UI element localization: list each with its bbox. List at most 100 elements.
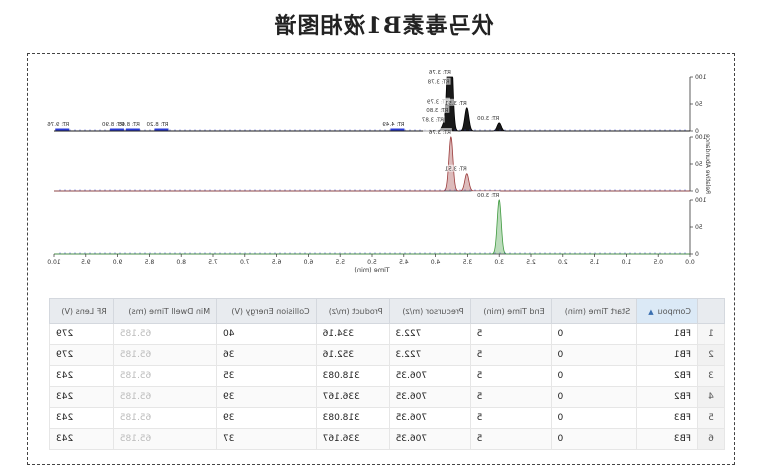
table-cell: 279 xyxy=(49,323,114,345)
table-cell: 722.3 xyxy=(389,323,471,345)
x-axis-label: Time (min) xyxy=(354,266,390,274)
table-row[interactable]: 4 FB2 0 5 706.35 336.167 39 65.185 243 xyxy=(49,386,725,408)
x-tick-label: 5.0 xyxy=(367,259,377,266)
mirrored-content: 100 50 0 RT: 3.76 RT: 3.78 RT: 3.79 RT: 3.80 RT… xyxy=(0,0,767,471)
row-index-cell: 4 xyxy=(697,386,725,408)
table-row[interactable]: 1 FB1 0 5 722.3 334.16 40 65.185 279 xyxy=(49,323,725,345)
table-cell: 39 xyxy=(216,407,317,429)
peak-label: RT: 3.76 xyxy=(428,130,451,136)
table-row[interactable]: 6 FB3 0 5 706.35 336.167 37 65.185 243 xyxy=(49,428,725,450)
x-tick-label: 8.0 xyxy=(176,259,186,266)
y-tick-label: 50 xyxy=(695,161,703,168)
x-tick-label: 4.0 xyxy=(431,259,441,266)
table-cell: FB3 xyxy=(636,407,698,429)
row-index-cell: 1 xyxy=(697,323,725,345)
y-tick-label: 50 xyxy=(695,101,703,108)
row-index-header xyxy=(697,298,725,324)
srm-table: Compou▲ Start Time (min) End Time (min) Pre… xyxy=(49,298,725,450)
table-cell: 318.083 xyxy=(316,407,390,429)
table-cell: FB1 xyxy=(636,323,698,345)
table-body: 1 FB1 0 5 722.3 334.16 40 65.185 279 2 FB1 0 5 722.3 3… xyxy=(49,323,725,450)
table-cell: 243 xyxy=(49,386,114,408)
table-cell: 243 xyxy=(49,428,114,450)
peak-label: RT: 3.87 xyxy=(421,118,444,124)
table-cell: 722.3 xyxy=(389,344,471,366)
table-cell: FB2 xyxy=(636,386,698,408)
x-tick-label: 0.0 xyxy=(685,259,695,266)
column-header[interactable]: Product (m/z) xyxy=(316,298,390,324)
table-row[interactable]: 2 FB1 0 5 722.3 352.16 36 65.185 279 xyxy=(49,344,725,366)
table-cell: 65.185 xyxy=(113,323,217,345)
rt-label: RT: 8.90 xyxy=(101,122,124,128)
series-area-2 xyxy=(54,137,690,191)
table-cell: 5 xyxy=(470,407,552,429)
table-row[interactable]: 5 FB3 0 5 706.35 318.083 39 65.185 243 xyxy=(49,407,725,429)
peak-label: RT: 3.78 xyxy=(427,80,450,86)
column-header[interactable]: End Time (min) xyxy=(470,298,552,324)
table-cell: 39 xyxy=(216,386,317,408)
x-tick-label: 1.0 xyxy=(621,259,631,266)
peak-label: RT: 3.00 xyxy=(477,116,500,122)
column-header[interactable]: Min Dwell Time (ms) xyxy=(113,298,217,324)
table-cell: 0 xyxy=(551,386,637,408)
sort-arrow-icon: ▲ xyxy=(648,307,654,316)
table-cell: 65.185 xyxy=(113,407,217,429)
y-axis-label: Relative Abundance xyxy=(704,134,711,194)
column-header-label: Collision Energy (V) xyxy=(231,306,310,316)
table-cell: 37 xyxy=(216,428,317,450)
table-cell: FB3 xyxy=(636,428,698,450)
table-cell: FB2 xyxy=(636,365,698,387)
peak-label: RT: 3.51 xyxy=(445,101,467,107)
row-index-cell: 5 xyxy=(697,407,725,429)
column-header-label: Compou xyxy=(657,306,691,316)
table-cell: 243 xyxy=(49,407,114,429)
table-cell: 352.16 xyxy=(316,344,390,366)
x-tick-label: 1.5 xyxy=(590,259,600,266)
table-cell: 0 xyxy=(551,344,637,366)
y-tick-label: 50 xyxy=(695,224,703,231)
peak-label: RT: 3.80 xyxy=(426,108,449,114)
y-tick-label: 100 xyxy=(695,197,707,204)
column-header[interactable]: Precursor (m/z) xyxy=(389,298,471,324)
column-header-label: End Time (min) xyxy=(483,306,545,316)
rt-label: RT: 8.20 xyxy=(146,122,169,128)
rt-label: RT: 9.76 xyxy=(47,122,70,128)
x-tick-label: 6.0 xyxy=(303,259,313,266)
table-cell: 336.167 xyxy=(316,386,390,408)
table-cell: 5 xyxy=(470,386,552,408)
table-cell: 0 xyxy=(551,407,637,429)
table-cell: 40 xyxy=(216,323,317,345)
x-tick-label: 8.5 xyxy=(144,259,154,266)
table-cell: 65.185 xyxy=(113,365,217,387)
row-index-cell: 3 xyxy=(697,365,725,387)
column-header[interactable]: Collision Energy (V) xyxy=(216,298,317,324)
x-tick-label: 0.5 xyxy=(653,259,663,266)
column-header-label: Start Time (min) xyxy=(564,306,631,316)
table-header-row: Compou▲ Start Time (min) End Time (min) Pre… xyxy=(49,298,725,324)
chromatogram-chart: 100500RT: 3.76RT: 3.78RT: 3.79RT: 3.80RT… xyxy=(47,68,711,274)
column-header-label: Precursor (m/z) xyxy=(402,306,464,316)
table-cell: 35 xyxy=(216,365,317,387)
column-header[interactable]: Start Time (min) xyxy=(551,298,637,324)
series-area-3 xyxy=(54,200,690,254)
row-index-cell: 6 xyxy=(697,428,725,450)
table-cell: 706.35 xyxy=(389,407,471,429)
table-cell: 706.35 xyxy=(389,428,471,450)
table-cell: 706.35 xyxy=(389,365,471,387)
peak-label: RT: 3.00 xyxy=(477,193,500,199)
x-tick-label: 10.0 xyxy=(47,259,61,266)
table-cell: 5 xyxy=(470,323,552,345)
column-header[interactable]: Compou▲ xyxy=(636,298,698,324)
x-tick-label: 9.0 xyxy=(113,259,123,266)
column-header[interactable]: RF Lens (V) xyxy=(49,298,114,324)
table-cell: 706.35 xyxy=(389,386,471,408)
table-cell: 36 xyxy=(216,344,317,366)
table-cell: 5 xyxy=(470,428,552,450)
x-tick-label: 4.5 xyxy=(399,259,409,266)
table-cell: 5 xyxy=(470,344,552,366)
table-cell: FB1 xyxy=(636,344,698,366)
table-row[interactable]: 3 FB2 0 5 706.35 318.083 35 65.185 243 xyxy=(49,365,725,387)
table-cell: 243 xyxy=(49,365,114,387)
table-cell: 65.185 xyxy=(113,344,217,366)
table-cell: 0 xyxy=(551,365,637,387)
